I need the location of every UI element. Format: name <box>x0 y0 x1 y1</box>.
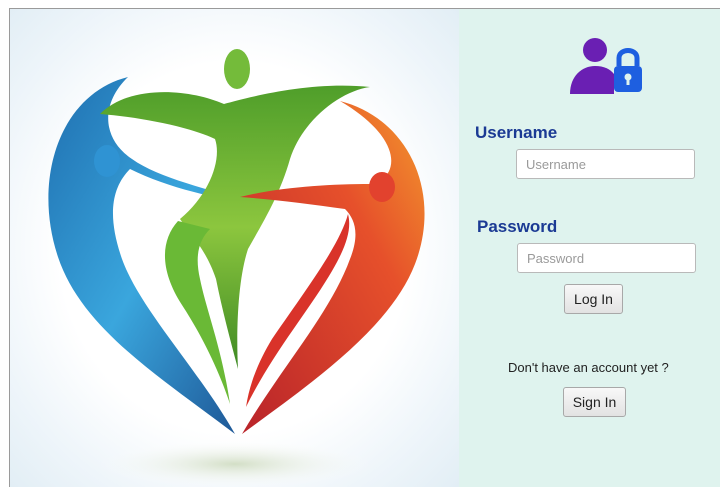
signup-prompt: Don't have an account yet ? <box>508 360 669 375</box>
red-figure-head <box>369 172 395 202</box>
green-figure-head <box>224 49 250 89</box>
heart-family-logo <box>48 49 425 487</box>
password-label: Password <box>477 217 558 236</box>
password-input[interactable] <box>517 243 696 273</box>
login-button[interactable]: Log In <box>564 284 623 314</box>
signin-button[interactable]: Sign In <box>563 387 626 417</box>
blue-figure-head <box>94 145 120 177</box>
logo-shadow <box>95 440 375 487</box>
logo-panel <box>10 9 459 487</box>
username-input[interactable] <box>516 149 695 179</box>
username-label: Username <box>475 123 558 142</box>
user-lock-icon <box>570 38 642 94</box>
